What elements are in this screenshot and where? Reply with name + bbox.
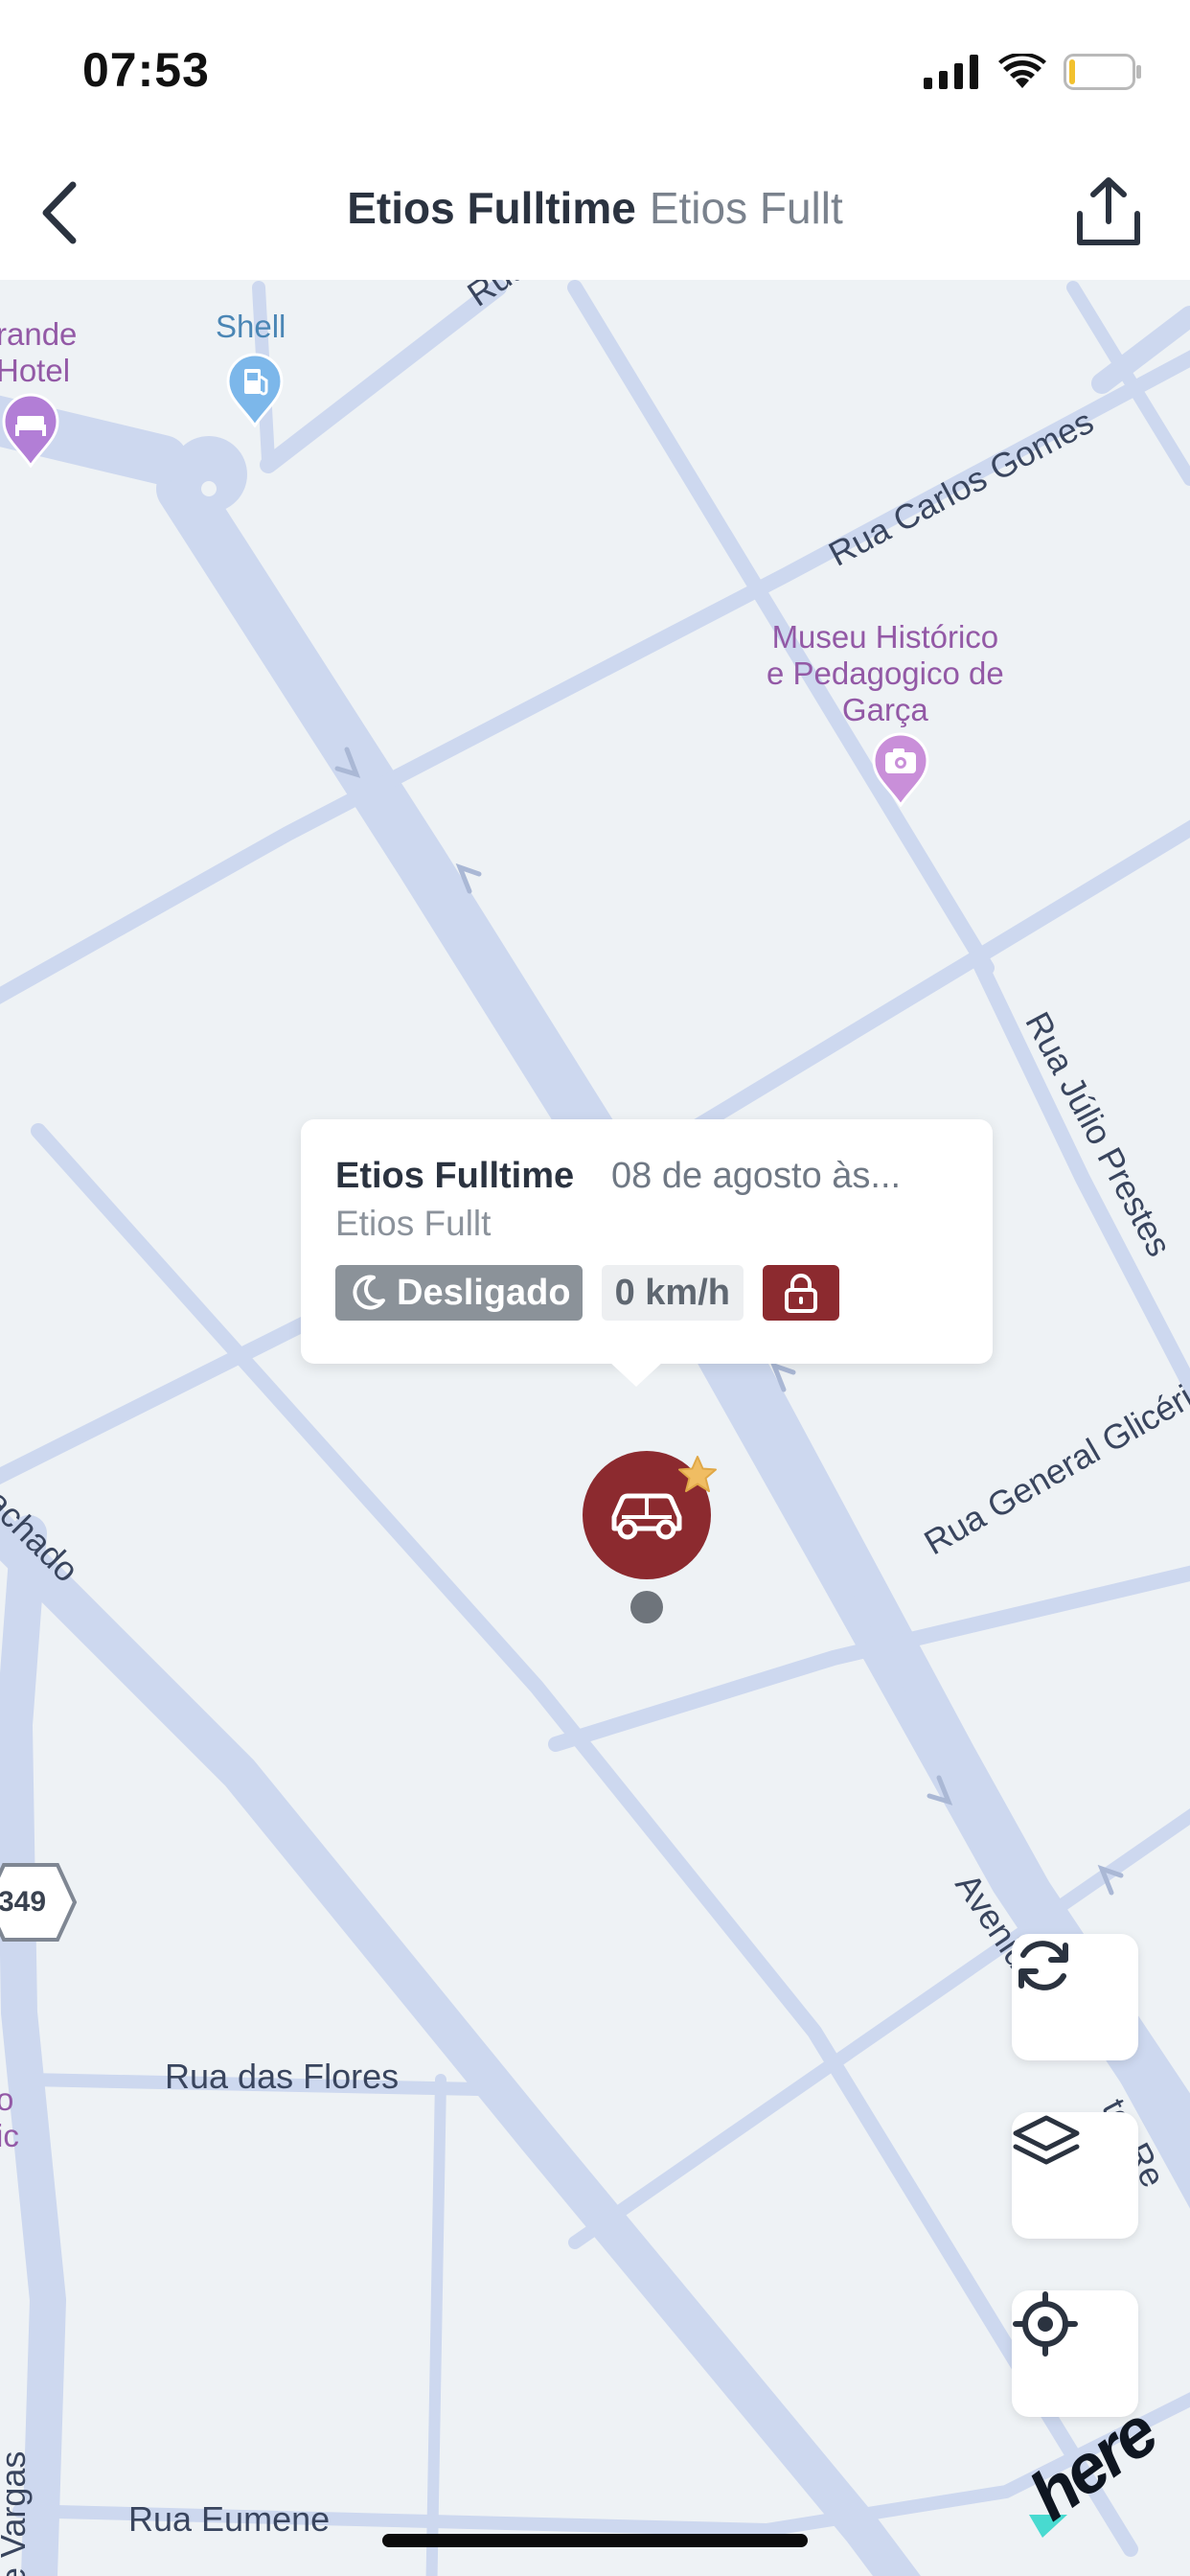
popup-plate-label: Etios Fullt [335, 1204, 492, 1243]
fuel-icon [226, 353, 284, 427]
poi-shell[interactable] [226, 353, 284, 427]
poi-label-museu: Museu Histórico e Pedagogico de Garça [767, 619, 1004, 727]
popup-datetime: 08 de agosto às... [611, 1156, 902, 1196]
page-title-main: Etios Fulltime [347, 183, 636, 233]
padlock-icon [785, 1274, 817, 1313]
moon-icon [353, 1275, 385, 1310]
camera-icon [872, 732, 929, 807]
street-label-vargas: te Vargas [0, 2450, 33, 2576]
car-icon [611, 1493, 682, 1540]
poi-label-left: o ic [0, 2082, 19, 2153]
layers-button[interactable] [1012, 2112, 1138, 2239]
poi-label-hotel: rande Hotel [0, 316, 78, 388]
vehicle-popup[interactable]: Etios Fulltime 08 de agosto às... Etios … [301, 1119, 993, 1387]
refresh-icon [1018, 1941, 1068, 1990]
lock-badge[interactable] [763, 1265, 839, 1321]
signal-icon [924, 55, 978, 89]
hotel-icon [2, 393, 59, 468]
street-label-rua-eumene: Rua Eumene [128, 2499, 331, 2539]
here-logo: here [1016, 2394, 1170, 2542]
nav-bar: Etios Fulltime Etios Fullt [0, 144, 1190, 280]
street-label-rua-das-flores: Rua das Flores [165, 2057, 400, 2096]
wifi-icon [998, 54, 1046, 88]
speed-label: 0 km/h [614, 1272, 730, 1313]
share-icon [1077, 177, 1140, 245]
status-icons [924, 48, 1142, 96]
battery-icon [1064, 54, 1141, 90]
crosshair-icon [1013, 2291, 1078, 2357]
ignition-status-badge: Desligado [335, 1265, 583, 1321]
share-button[interactable] [1065, 169, 1152, 255]
poi-label-shell: Shell [216, 309, 286, 344]
road-shield-label: 349 [0, 1886, 47, 1918]
refresh-button[interactable] [1012, 1934, 1138, 2060]
home-indicator[interactable] [382, 2534, 808, 2547]
page-title: Etios Fulltime Etios Fullt [0, 182, 1190, 234]
speed-badge: 0 km/h [601, 1265, 744, 1321]
status-time: 07:53 [82, 43, 210, 97]
star-icon [678, 1456, 717, 1492]
ignition-status-label: Desligado [397, 1272, 571, 1313]
map-view[interactable]: 349 Rua Rua Carlos Gomes Rua Júlio Prest… [0, 280, 1190, 2576]
popup-vehicle-name: Etios Fulltime [335, 1156, 575, 1196]
poi-museu[interactable] [872, 732, 929, 807]
poi-hotel[interactable] [2, 393, 59, 468]
layers-icon [1013, 2115, 1080, 2165]
vehicle-position-dot [630, 1591, 663, 1623]
popup-badges: Desligado 0 km/h [335, 1265, 839, 1321]
status-bar: 07:53 [0, 0, 1190, 144]
page-title-sub: Etios Fullt [649, 183, 843, 233]
map-roads [0, 280, 1190, 2576]
roundabout [171, 436, 247, 513]
